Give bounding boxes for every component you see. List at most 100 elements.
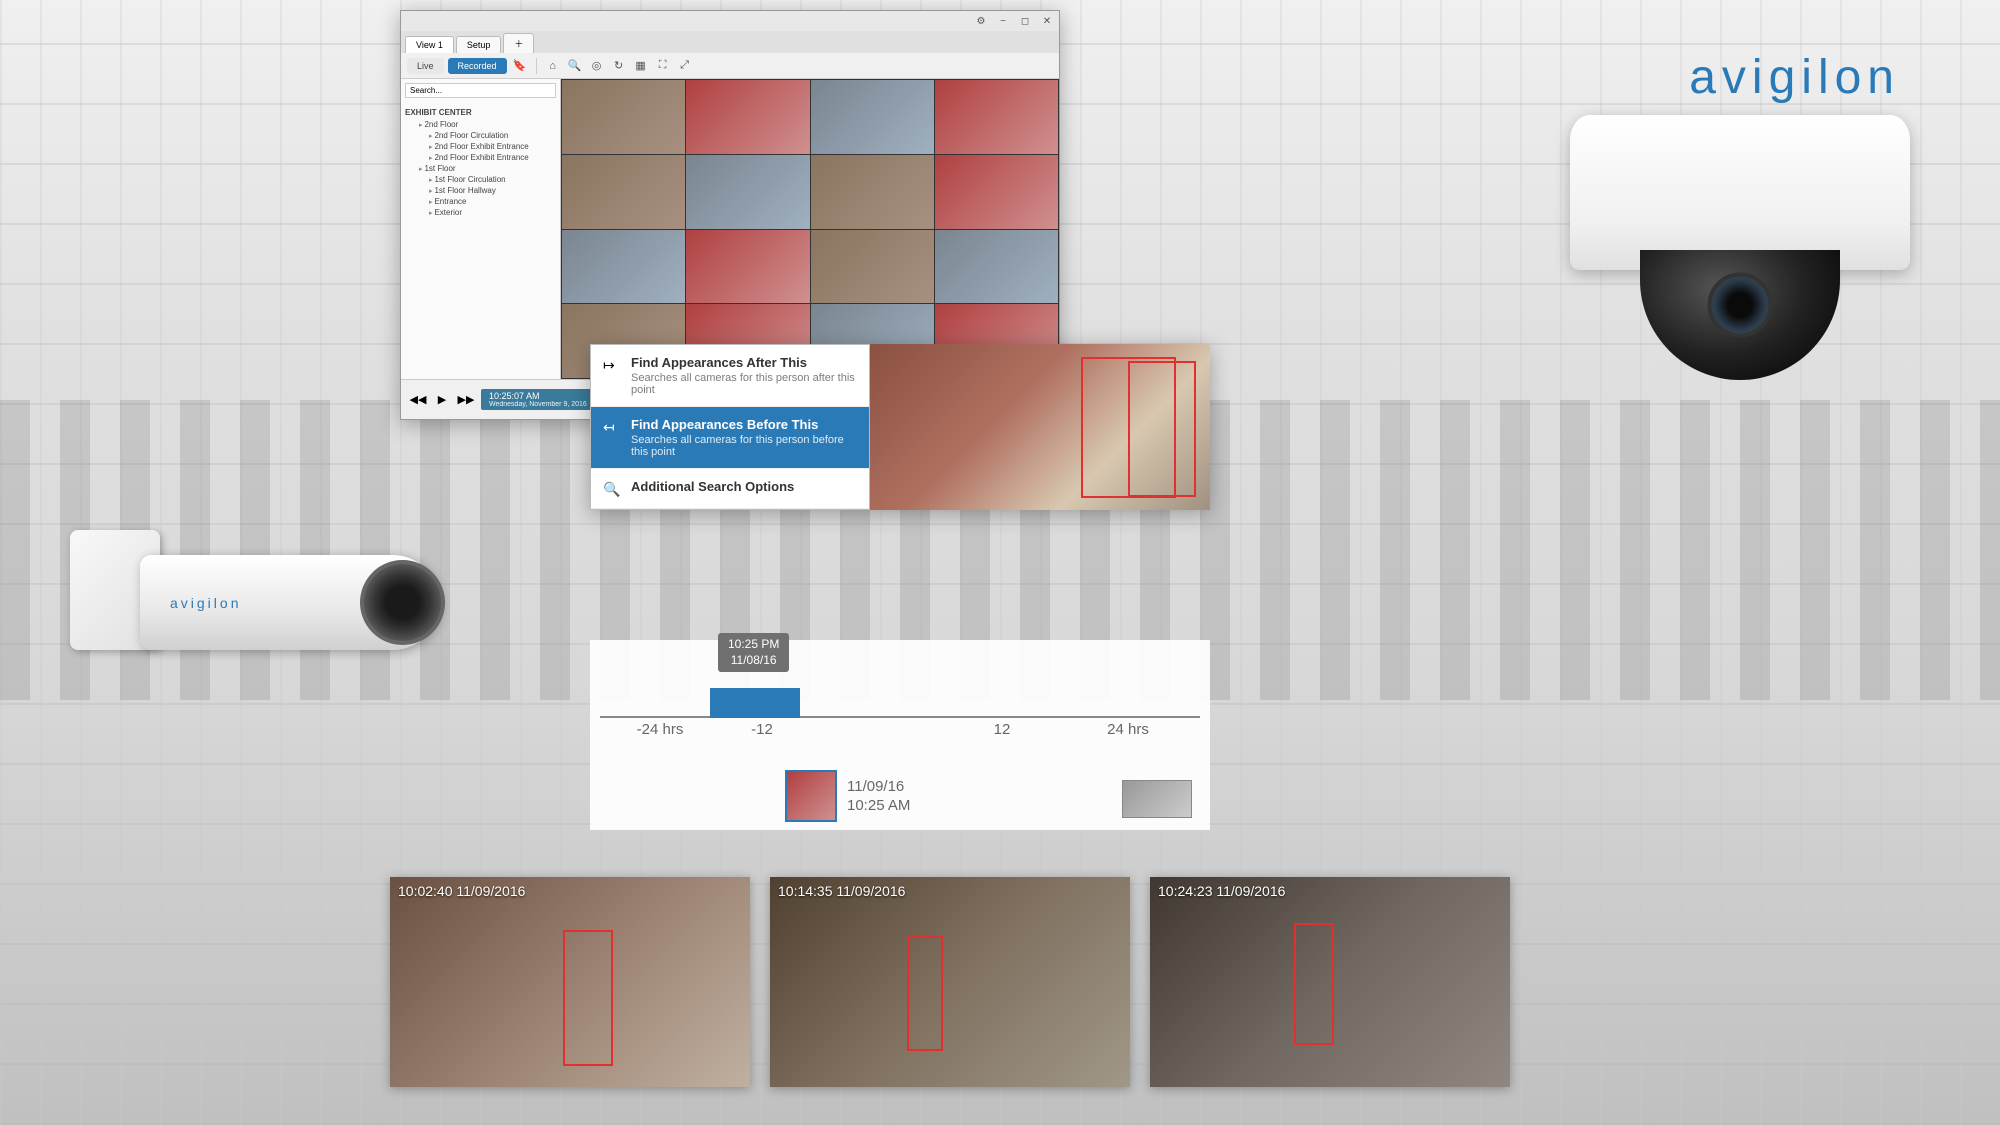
play-icon[interactable]: ▶ [433, 391, 451, 409]
result-timestamp: 10:02:40 11/09/2016 [398, 883, 525, 899]
brand-logo: avigilon [1689, 50, 1900, 105]
tab-setup[interactable]: Setup [456, 36, 502, 53]
appearance-search-popup: ↦ Find Appearances After This Searches a… [590, 344, 1210, 510]
search-input[interactable]: Search... [405, 83, 556, 98]
camera-tile[interactable] [811, 155, 934, 229]
result-meta: 11/09/16 10:25 AM [847, 777, 910, 816]
tree-root[interactable]: EXHIBIT CENTER [405, 106, 556, 119]
mode-live[interactable]: Live [407, 58, 444, 74]
camera-lens [1708, 272, 1773, 337]
playback-date: Wednesday, November 9, 2016 [489, 401, 587, 408]
tree-item[interactable]: 2nd Floor Circulation [405, 130, 556, 141]
tick-label: 12 [994, 721, 1011, 738]
bookmark-icon[interactable]: 🔖 [511, 57, 529, 75]
camera-tile[interactable] [935, 80, 1058, 154]
menu-find-before[interactable]: ↤ Find Appearances Before This Searches … [591, 407, 869, 469]
tree-item[interactable]: 1st Floor Hallway [405, 185, 556, 196]
vms-body: Search... EXHIBIT CENTER 2nd Floor 2nd F… [401, 79, 1059, 379]
tab-view[interactable]: View 1 [405, 36, 454, 53]
result-card[interactable]: 10:14:35 11/09/2016 [770, 877, 1130, 1087]
tab-add[interactable]: ＋ [503, 33, 534, 53]
arrow-left-icon: ↤ [603, 419, 621, 436]
range-marker[interactable] [710, 688, 800, 718]
camera-tile[interactable] [811, 80, 934, 154]
tree-item[interactable]: Entrance [405, 196, 556, 207]
refresh-icon[interactable]: ↻ [610, 57, 628, 75]
detection-box [1128, 361, 1196, 497]
time-display: 10:25:07 AM Wednesday, November 9, 2016 [481, 389, 595, 410]
menu-title: Find Appearances Before This [631, 417, 857, 432]
anchor-timestamp: 10:25 PM 11/08/16 [718, 633, 789, 672]
prev-icon[interactable]: ◀◀ [409, 391, 427, 409]
result-thumbnail[interactable] [785, 770, 837, 822]
tree-item[interactable]: 1st Floor [405, 163, 556, 174]
camera-tile[interactable] [811, 230, 934, 304]
detection-box [563, 930, 613, 1067]
menu-desc: Searches all cameras for this person bef… [631, 434, 857, 458]
minimize-button[interactable]: − [996, 14, 1010, 28]
maximize-button[interactable]: ◻ [1018, 14, 1032, 28]
tree-item[interactable]: 2nd Floor [405, 119, 556, 130]
range-slider[interactable]: -24 hrs -12 12 24 hrs [600, 688, 1200, 718]
tree-item[interactable]: 2nd Floor Exhibit Entrance [405, 141, 556, 152]
anchor-time: 10:25 PM [728, 637, 779, 653]
detection-box [907, 936, 943, 1052]
arrow-right-icon: ↦ [603, 357, 621, 374]
camera-lens [360, 560, 445, 645]
tree-panel: Search... EXHIBIT CENTER 2nd Floor 2nd F… [401, 79, 561, 379]
close-button[interactable]: ✕ [1040, 14, 1054, 28]
camera-tile[interactable] [686, 80, 809, 154]
target-icon[interactable]: ◎ [588, 57, 606, 75]
fullscreen-icon[interactable]: ⛶ [654, 57, 672, 75]
camera-tile[interactable] [562, 155, 685, 229]
menu-additional-options[interactable]: 🔍 Additional Search Options [591, 469, 869, 509]
result-timestamp: 10:24:23 11/09/2016 [1158, 883, 1285, 899]
search-timeline-panel: 10:25 PM 11/08/16 -24 hrs -12 12 24 hrs … [590, 640, 1210, 830]
tree-item[interactable]: Exterior [405, 207, 556, 218]
home-icon[interactable]: ⌂ [544, 57, 562, 75]
menu-title: Find Appearances After This [631, 355, 857, 370]
camera-tile[interactable] [686, 230, 809, 304]
menu-find-after[interactable]: ↦ Find Appearances After This Searches a… [591, 345, 869, 407]
search-icon: 🔍 [603, 481, 621, 498]
camera-brand-label: avigilon [170, 595, 241, 611]
camera-tile[interactable] [562, 80, 685, 154]
result-card[interactable]: 10:24:23 11/09/2016 [1150, 877, 1510, 1087]
result-card[interactable]: 10:02:40 11/09/2016 [390, 877, 750, 1087]
detection-box [1294, 923, 1334, 1045]
anchor-result[interactable]: 11/09/16 10:25 AM [785, 770, 910, 822]
layout-icon[interactable]: ▦ [632, 57, 650, 75]
playback-time: 10:25:07 AM [489, 391, 587, 401]
menu-title: Additional Search Options [631, 479, 857, 494]
device-tree: EXHIBIT CENTER 2nd Floor 2nd Floor Circu… [401, 102, 560, 222]
tick-label: -12 [751, 721, 773, 738]
tree-footer [401, 222, 560, 230]
tick-label: -24 hrs [637, 721, 684, 738]
toolbar: Live Recorded 🔖 ⌂ 🔍 ◎ ↻ ▦ ⛶ ⤢ [401, 53, 1059, 79]
tick-label: 24 hrs [1107, 721, 1149, 738]
settings-icon[interactable]: ⚙ [974, 14, 988, 28]
expand-icon[interactable]: ⤢ [676, 57, 694, 75]
titlebar: ⚙ − ◻ ✕ [401, 11, 1059, 31]
camera-tile[interactable] [935, 155, 1058, 229]
menu-desc: Searches all cameras for this person aft… [631, 372, 857, 396]
camera-tile[interactable] [686, 155, 809, 229]
next-icon[interactable]: ▶▶ [457, 391, 475, 409]
context-menu: ↦ Find Appearances After This Searches a… [590, 344, 870, 510]
detection-preview[interactable] [870, 344, 1210, 510]
anchor-date: 11/08/16 [728, 653, 779, 669]
spare-thumbnail[interactable] [1122, 780, 1192, 818]
camera-tile[interactable] [935, 230, 1058, 304]
bullet-camera: avigilon [70, 500, 490, 730]
camera-housing [1570, 115, 1910, 270]
tree-item[interactable]: 1st Floor Circulation [405, 174, 556, 185]
camera-body: avigilon [140, 555, 440, 650]
camera-tile[interactable] [562, 230, 685, 304]
result-timestamp: 10:14:35 11/09/2016 [778, 883, 905, 899]
zoom-icon[interactable]: 🔍 [566, 57, 584, 75]
tree-item[interactable]: 2nd Floor Exhibit Entrance [405, 152, 556, 163]
separator [536, 58, 537, 74]
result-time: 10:25 AM [847, 796, 910, 816]
result-date: 11/09/16 [847, 777, 910, 797]
mode-recorded[interactable]: Recorded [448, 58, 507, 74]
